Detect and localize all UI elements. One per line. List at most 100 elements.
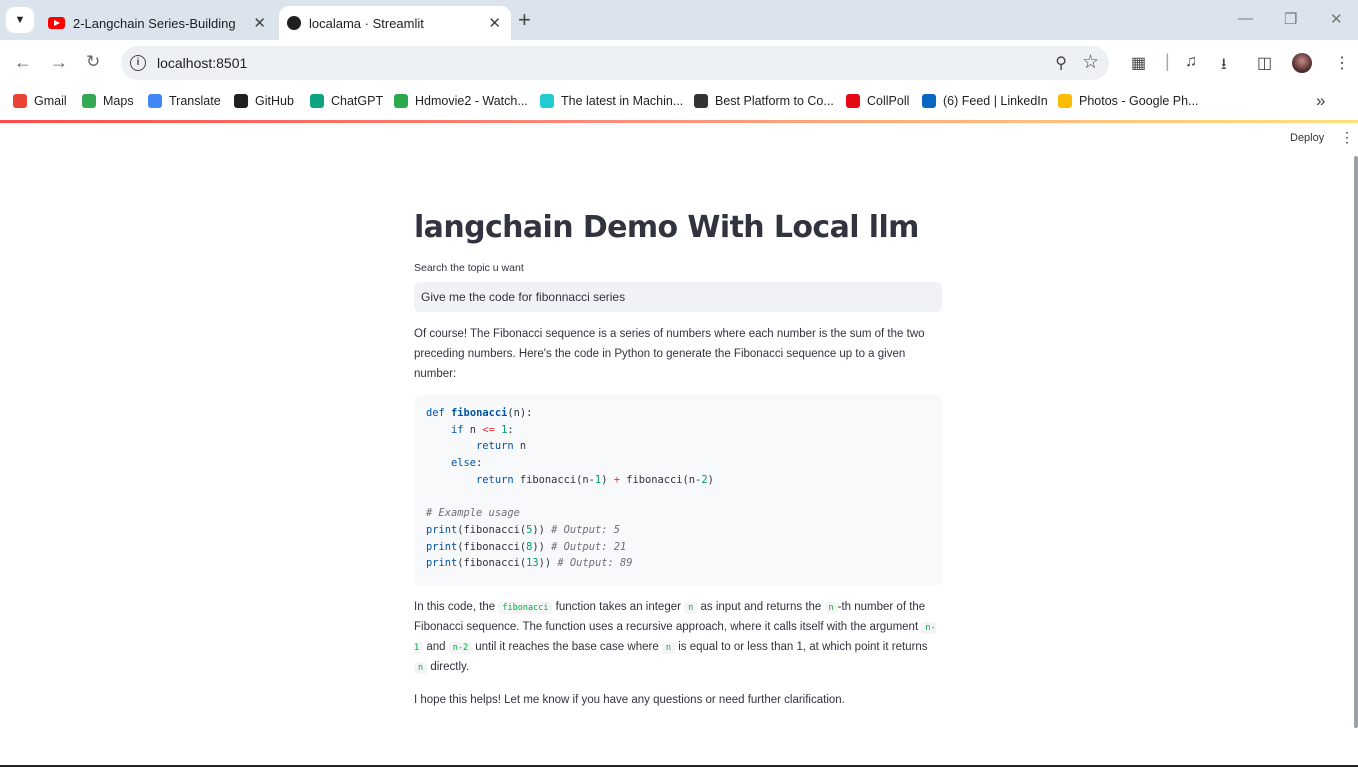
chatgpt-icon xyxy=(310,94,324,108)
bookmark-item[interactable]: Gmail xyxy=(13,94,67,108)
code-function-name: fibonacci xyxy=(451,407,508,419)
code-operator: + xyxy=(607,473,627,486)
text-run: and xyxy=(423,641,449,653)
bookmark-label: Maps xyxy=(103,94,134,108)
tab-search-button[interactable]: ▼ xyxy=(6,7,34,33)
code-text: (n): xyxy=(507,407,533,419)
bookmark-label: Gmail xyxy=(34,94,67,108)
text-run: function takes an integer xyxy=(552,601,685,613)
text-run: In this code, the xyxy=(414,601,499,613)
code-text: fibonacci(n- xyxy=(626,473,702,486)
media-control-icon[interactable]: ♫ xyxy=(1185,53,1197,71)
code-text: )) xyxy=(538,557,558,570)
tab-youtube[interactable]: 2-Langchain Series-Building Ch ✕ xyxy=(40,6,276,40)
code-comment: # Example usage xyxy=(426,507,520,520)
inline-code: n xyxy=(824,602,838,614)
bookmark-item[interactable]: CollPoll xyxy=(846,94,909,108)
tab-title: 2-Langchain Series-Building Ch xyxy=(73,15,239,31)
minimize-icon[interactable]: — xyxy=(1238,10,1253,27)
code-text: )) xyxy=(532,523,552,536)
code-block: def fibonacci(n): if n <= 1: return n el… xyxy=(414,395,942,586)
text-run: until it reaches the base case where xyxy=(472,641,662,653)
extensions-icon[interactable]: ▦ xyxy=(1131,53,1146,73)
bookmark-item[interactable]: Translate xyxy=(148,94,221,108)
text-run: directly. xyxy=(427,661,470,673)
bookmark-star-icon[interactable]: ☆ xyxy=(1082,51,1099,74)
code-keyword: return xyxy=(476,473,514,486)
code-text: (fibonacci( xyxy=(457,557,527,570)
browser-toolbar: ← → ↻ i localhost:8501 ⚲ ☆ ▦ | ♫ ⭳ ◫ ⋮ xyxy=(0,40,1358,86)
side-panel-icon[interactable]: ◫ xyxy=(1257,53,1272,73)
code-text: (fibonacci( xyxy=(457,523,527,536)
search-input[interactable] xyxy=(414,282,942,312)
inline-code: n xyxy=(684,602,698,614)
page-scrollbar[interactable] xyxy=(1354,156,1358,728)
site-info-icon[interactable]: i xyxy=(130,55,146,71)
bookmark-item[interactable]: ChatGPT xyxy=(310,94,383,108)
code-text: : xyxy=(476,457,483,470)
bookmark-item[interactable]: (6) Feed | LinkedIn xyxy=(922,94,1048,108)
code-comment: # Output: 5 xyxy=(551,523,620,536)
code-text: n xyxy=(513,440,527,453)
address-bar[interactable]: i localhost:8501 ⚲ ☆ xyxy=(121,46,1109,80)
response-intro-line: preceding numbers. Here's the code in Py… xyxy=(414,348,906,380)
youtube-icon xyxy=(48,17,65,29)
back-arrow-icon[interactable]: ← xyxy=(14,52,32,73)
window-close-icon[interactable]: ✕ xyxy=(1330,10,1343,28)
bookmark-label: The latest in Machin... xyxy=(561,94,684,108)
restore-icon[interactable]: ❐ xyxy=(1284,10,1297,28)
github-icon xyxy=(234,94,248,108)
bookmark-item[interactable]: Photos - Google Ph... xyxy=(1058,94,1199,108)
url-text[interactable]: localhost:8501 xyxy=(157,55,247,71)
bookmark-label: Hdmovie2 - Watch... xyxy=(415,94,528,108)
code-text: : xyxy=(507,423,514,436)
response-explanation: In this code, the fibonacci function tak… xyxy=(414,598,942,678)
paperswithcode-icon xyxy=(540,94,554,108)
tab-title: localama · Streamlit xyxy=(309,15,424,31)
bookmark-label: GitHub xyxy=(255,94,294,108)
google-photos-icon xyxy=(1058,94,1072,108)
code-keyword: print xyxy=(426,540,458,553)
search-input-label: Search the topic u want xyxy=(414,262,524,274)
download-icon[interactable]: ⭳ xyxy=(1221,53,1227,80)
bookmark-label: Photos - Google Ph... xyxy=(1079,94,1199,108)
bookmarks-bar: Gmail Maps Translate GitHub ChatGPT Hdmovie2 … xyxy=(0,86,1358,120)
code-number: 1 xyxy=(494,423,508,436)
close-icon[interactable]: ✕ xyxy=(488,14,501,32)
linkedin-icon xyxy=(922,94,936,108)
tab-streamlit[interactable]: localama · Streamlit ✕ xyxy=(279,6,511,40)
bookmark-item[interactable]: Hdmovie2 - Watch... xyxy=(394,94,528,108)
page-title: langchain Demo With Local llm xyxy=(414,210,919,245)
reload-icon[interactable]: ↻ xyxy=(86,52,100,72)
bookmark-item[interactable]: Best Platform to Co... xyxy=(694,94,834,108)
toolbar-divider: | xyxy=(1165,51,1170,71)
maps-icon xyxy=(82,94,96,108)
main-menu-icon[interactable]: ⋮ xyxy=(1340,130,1354,144)
code-operator: <= xyxy=(482,423,495,436)
code-text: )) xyxy=(532,540,552,553)
bookmark-item[interactable]: GitHub xyxy=(234,94,294,108)
deploy-button[interactable]: Deploy xyxy=(1290,132,1324,144)
bookmark-label: (6) Feed | LinkedIn xyxy=(943,94,1048,108)
bookmark-item[interactable]: Maps xyxy=(82,94,134,108)
bookmark-label: ChatGPT xyxy=(331,94,384,108)
forward-arrow-icon[interactable]: → xyxy=(50,52,68,73)
zoom-icon[interactable]: ⚲ xyxy=(1055,53,1067,73)
inline-code: n xyxy=(414,662,428,674)
wordpress-icon xyxy=(694,94,708,108)
chevron-down-icon: ▼ xyxy=(14,14,26,26)
inline-code: n-2 xyxy=(448,642,473,654)
new-tab-button[interactable]: + xyxy=(518,9,531,31)
more-bookmarks-icon[interactable]: » xyxy=(1316,91,1325,111)
code-text: (fibonacci( xyxy=(457,540,527,553)
profile-avatar[interactable] xyxy=(1292,53,1312,73)
browser-menu-icon[interactable]: ⋮ xyxy=(1334,53,1350,73)
bookmark-label: CollPoll xyxy=(867,94,910,108)
translate-icon xyxy=(148,94,162,108)
response-intro-line: Of course! The Fibonacci sequence is a s… xyxy=(414,328,925,340)
collpoll-icon xyxy=(846,94,860,108)
close-icon[interactable]: ✕ xyxy=(253,14,266,32)
hdmovie-icon xyxy=(394,94,408,108)
gmail-icon xyxy=(13,94,27,108)
bookmark-item[interactable]: The latest in Machin... xyxy=(540,94,683,108)
